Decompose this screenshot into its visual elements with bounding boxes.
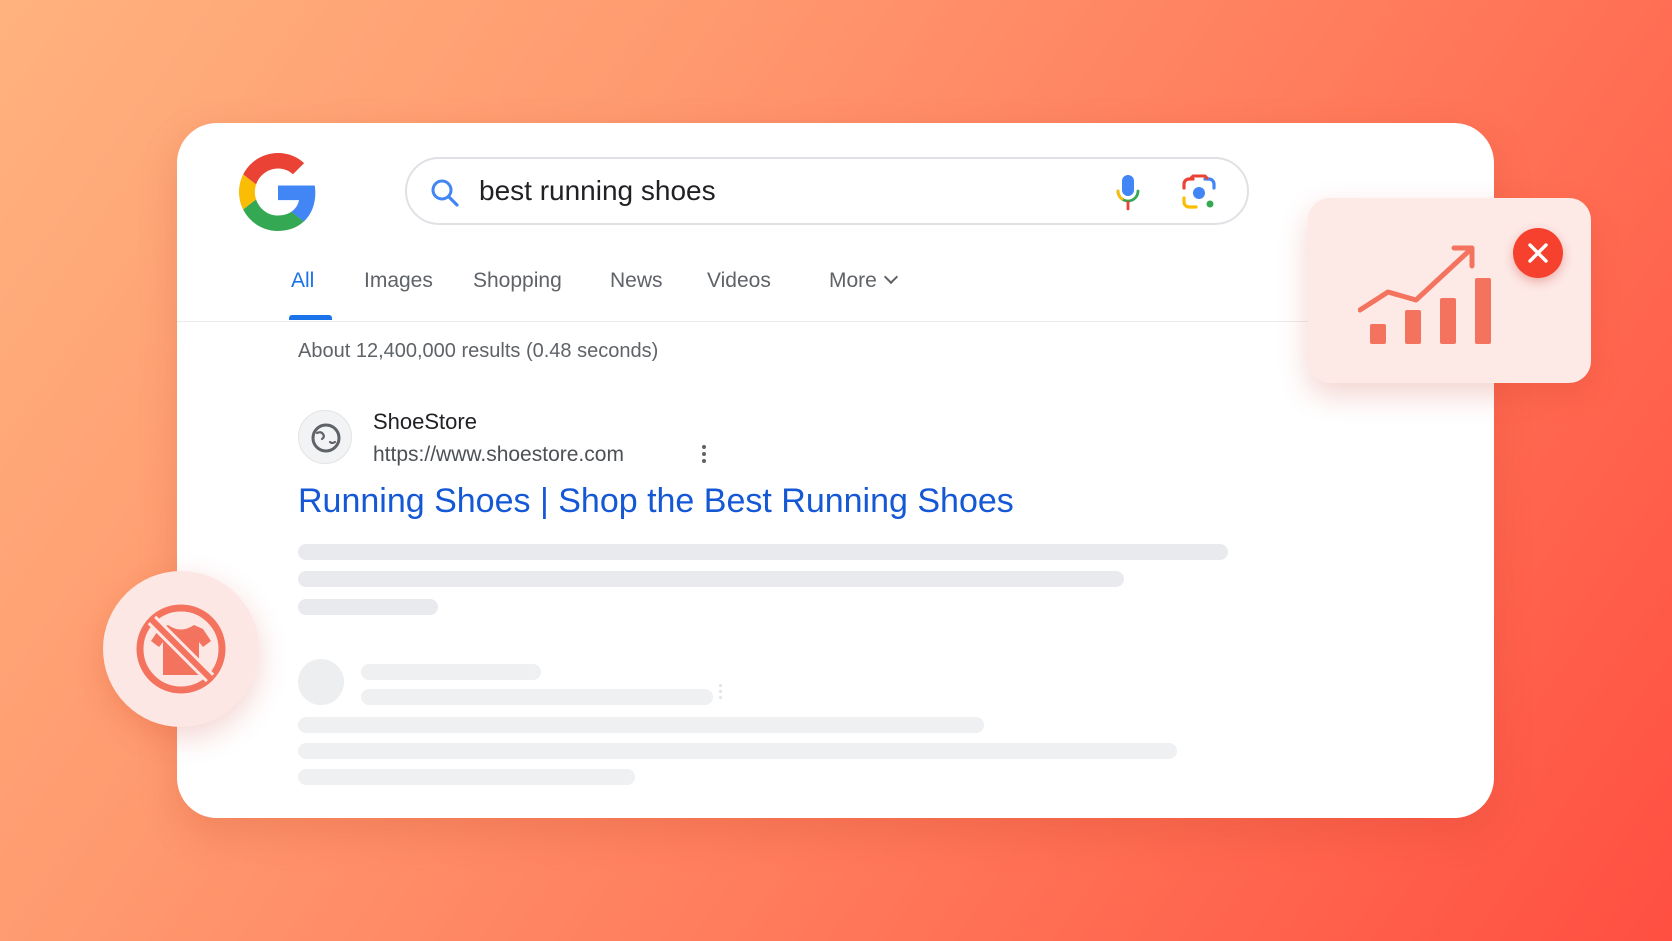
result-url[interactable]: https://www.shoestore.com xyxy=(373,443,624,467)
microphone-icon[interactable] xyxy=(1110,173,1146,211)
search-box[interactable] xyxy=(405,157,1249,225)
close-badge[interactable] xyxy=(1513,228,1563,278)
no-apparel-badge xyxy=(103,571,259,727)
placeholder-snippet-line xyxy=(298,743,1177,759)
search-tabs: All Images Shopping News Videos More xyxy=(177,263,1494,322)
tab-videos[interactable]: Videos xyxy=(707,269,771,293)
snippet-placeholder-line xyxy=(298,571,1124,587)
tab-all[interactable]: All xyxy=(291,269,314,293)
no-shirt-icon xyxy=(136,604,226,694)
result-title-link[interactable]: Running Shoes | Shop the Best Running Sh… xyxy=(298,482,1014,521)
growth-blocked-card xyxy=(1308,198,1591,383)
placeholder-site-name xyxy=(361,664,541,680)
result-site-name: ShoeStore xyxy=(373,409,477,434)
result-stats: About 12,400,000 results (0.48 seconds) xyxy=(298,340,659,362)
placeholder-url xyxy=(361,689,713,705)
tab-images[interactable]: Images xyxy=(364,269,433,293)
tab-more[interactable]: More xyxy=(829,269,898,293)
placeholder-favicon xyxy=(298,659,344,705)
chevron-down-icon xyxy=(883,269,898,285)
placeholder-snippet-line xyxy=(298,717,984,733)
active-tab-indicator xyxy=(289,315,332,320)
growth-chart-icon xyxy=(1358,245,1491,344)
snippet-placeholder-line xyxy=(298,544,1228,560)
site-favicon[interactable] xyxy=(298,410,352,464)
placeholder-kebab-icon xyxy=(717,684,723,704)
globe-icon xyxy=(311,423,341,453)
tab-more-label: More xyxy=(829,269,877,292)
camera-lens-icon[interactable] xyxy=(1180,174,1218,212)
search-icon[interactable] xyxy=(429,177,461,209)
search-input[interactable] xyxy=(479,171,1079,211)
kebab-menu-icon[interactable] xyxy=(697,445,711,473)
placeholder-snippet-line xyxy=(298,769,635,785)
close-icon xyxy=(1528,243,1548,263)
tab-shopping[interactable]: Shopping xyxy=(473,269,562,293)
snippet-placeholder-line xyxy=(298,599,438,615)
google-logo-icon[interactable] xyxy=(239,153,317,231)
tab-news[interactable]: News xyxy=(610,269,663,293)
search-results-card: All Images Shopping News Videos More Abo… xyxy=(177,123,1494,818)
